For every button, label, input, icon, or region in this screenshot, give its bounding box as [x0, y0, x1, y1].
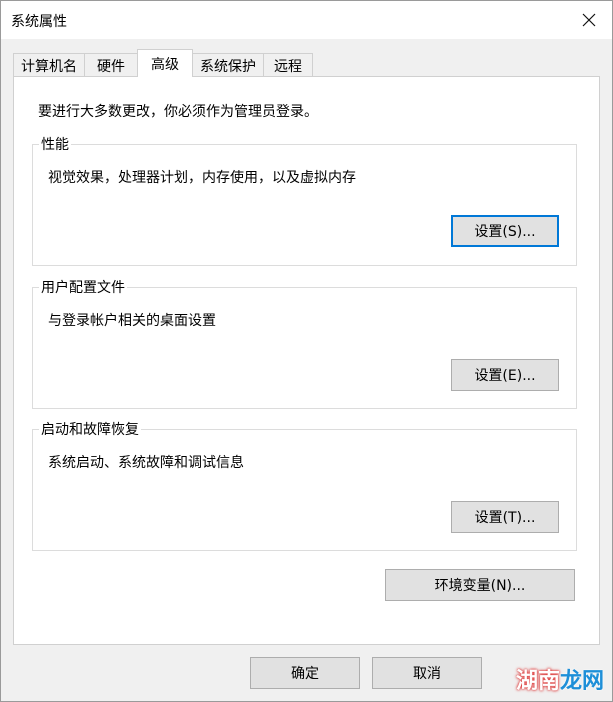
cancel-button[interactable]: 取消	[372, 657, 482, 689]
tab-system-protection[interactable]: 系统保护	[192, 53, 264, 77]
close-button[interactable]	[566, 1, 612, 39]
environment-variables-button[interactable]: 环境变量(N)...	[385, 569, 575, 601]
advanced-panel: 要进行大多数更改，你必须作为管理员登录。 性能 视觉效果，处理器计划，内存使用，…	[13, 76, 600, 645]
system-properties-window: 系统属性 计算机名 硬件 高级 系统保护 远程 要进行大多数更改，你必须作为管理…	[0, 0, 613, 702]
user-profiles-desc: 与登录帐户相关的桌面设置	[48, 313, 216, 329]
admin-note: 要进行大多数更改，你必须作为管理员登录。	[38, 104, 318, 120]
performance-settings-button[interactable]: 设置(S)...	[451, 215, 559, 247]
tab-remote[interactable]: 远程	[263, 53, 313, 77]
watermark-logo: 湖南龙网	[516, 663, 604, 695]
watermark-part1: 湖南	[515, 669, 560, 694]
performance-desc: 视觉效果，处理器计划，内存使用，以及虚拟内存	[48, 170, 356, 186]
user-profiles-group: 用户配置文件 与登录帐户相关的桌面设置 设置(E)...	[32, 277, 577, 409]
startup-recovery-group: 启动和故障恢复 系统启动、系统故障和调试信息 设置(T)...	[32, 419, 577, 551]
startup-recovery-desc: 系统启动、系统故障和调试信息	[48, 455, 244, 471]
performance-group: 性能 视觉效果，处理器计划，内存使用，以及虚拟内存 设置(S)...	[32, 134, 577, 266]
tab-computer-name[interactable]: 计算机名	[13, 53, 85, 77]
tab-strip: 计算机名 硬件 高级 系统保护 远程	[13, 49, 313, 77]
watermark-part2: 龙网	[559, 669, 604, 694]
user-profiles-settings-button[interactable]: 设置(E)...	[451, 359, 559, 391]
window-title: 系统属性	[11, 14, 67, 30]
performance-title: 性能	[39, 134, 71, 154]
title-bar: 系统属性	[1, 1, 612, 39]
startup-recovery-settings-button[interactable]: 设置(T)...	[451, 501, 559, 533]
startup-recovery-title: 启动和故障恢复	[39, 419, 141, 439]
tab-hardware[interactable]: 硬件	[84, 53, 138, 77]
tab-advanced[interactable]: 高级	[137, 49, 193, 77]
user-profiles-title: 用户配置文件	[39, 277, 127, 297]
close-icon	[582, 13, 596, 27]
ok-button[interactable]: 确定	[250, 657, 360, 689]
